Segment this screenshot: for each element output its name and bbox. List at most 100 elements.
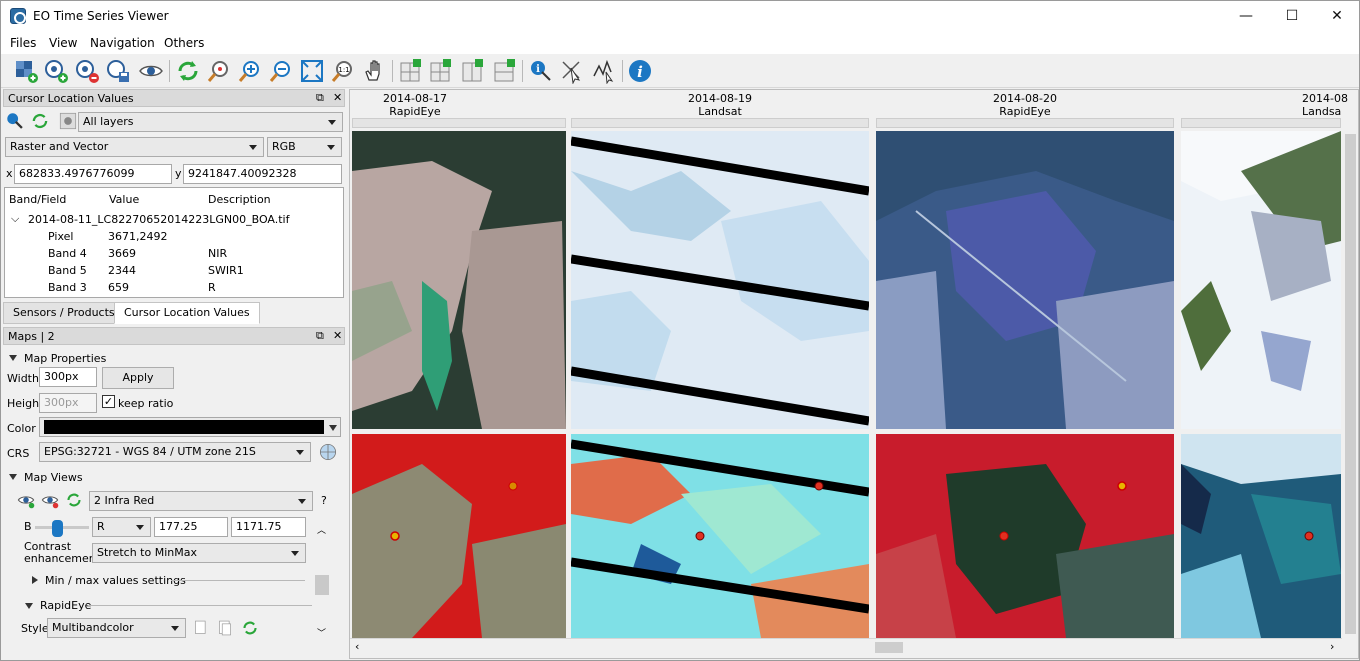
pan-icon[interactable] xyxy=(361,58,387,84)
width-spinbox[interactable]: 300px xyxy=(39,367,97,387)
color-label: Color xyxy=(7,422,36,435)
layers-combo[interactable]: All layers xyxy=(78,112,343,132)
scroll-down-icon[interactable]: ﹀ xyxy=(317,626,326,639)
menu-view[interactable]: View xyxy=(49,36,77,50)
help-icon[interactable]: ? xyxy=(321,494,327,507)
add-view-icon[interactable] xyxy=(17,491,35,509)
save-icon[interactable] xyxy=(105,58,131,84)
minmax-settings-label[interactable]: Min / max values settings xyxy=(45,574,186,587)
x-coordinate-field[interactable]: 682833.4976776099 xyxy=(14,164,172,184)
zoom-full-icon[interactable] xyxy=(299,58,325,84)
column-sensor: Landsat xyxy=(698,105,742,118)
refresh-view-icon[interactable] xyxy=(65,491,83,509)
map-tile[interactable] xyxy=(1181,434,1341,638)
mode-combo[interactable]: Raster and Vector xyxy=(5,137,264,157)
tab-sensors-products[interactable]: Sensors / Products xyxy=(3,302,125,324)
band-combo[interactable]: R xyxy=(92,517,151,537)
identify-small-icon[interactable] xyxy=(5,111,25,131)
tree-file-item[interactable]: 2014-08-11_LC82270652014223LGN00_BOA.tif xyxy=(28,213,289,226)
scroll-thumb[interactable] xyxy=(1345,134,1356,634)
sync-map-1-icon[interactable] xyxy=(398,58,424,84)
zoom-in-icon[interactable] xyxy=(237,58,263,84)
collapse-icon[interactable] xyxy=(25,603,33,609)
map-tile[interactable] xyxy=(876,434,1174,638)
add-vector-icon[interactable] xyxy=(43,58,69,84)
identify-icon[interactable]: i xyxy=(528,58,554,84)
layer-filter-icon[interactable] xyxy=(58,111,78,131)
collapse-icon[interactable] xyxy=(9,355,17,361)
map-tile[interactable] xyxy=(571,434,869,638)
zoom-pixel-icon[interactable] xyxy=(206,58,232,84)
vertical-scrollbar[interactable] xyxy=(1343,130,1358,638)
column-sensor: RapidEye xyxy=(999,105,1051,118)
zoom-out-icon[interactable] xyxy=(268,58,294,84)
map-tile[interactable] xyxy=(352,434,566,638)
column-header-description[interactable]: Description xyxy=(208,193,271,206)
column-header-value[interactable]: Value xyxy=(109,193,139,206)
y-label: y xyxy=(175,167,182,180)
add-raster-icon[interactable] xyxy=(13,58,39,84)
keep-ratio-checkbox[interactable]: ✓ xyxy=(102,395,115,408)
max-value-field[interactable]: 1171.75 xyxy=(231,517,306,537)
map-properties-label[interactable]: Map Properties xyxy=(24,352,106,365)
eye-icon[interactable] xyxy=(138,58,164,84)
undock-icon[interactable]: ⧉ xyxy=(316,91,324,105)
crs-mode-combo[interactable]: RGB xyxy=(267,137,342,157)
scroll-thumb[interactable] xyxy=(875,642,903,653)
contrast-combo[interactable]: Stretch to MinMax xyxy=(92,543,306,563)
sync-map-4-icon[interactable] xyxy=(492,58,518,84)
min-value-field[interactable]: 177.25 xyxy=(154,517,228,537)
map-tile[interactable] xyxy=(571,131,869,429)
spectral-profile-icon[interactable] xyxy=(591,58,617,85)
scroll-thumb[interactable] xyxy=(315,575,329,595)
refresh-small-icon[interactable] xyxy=(30,111,50,131)
expand-chevron-icon[interactable]: ⌵ xyxy=(11,212,19,226)
undock-icon[interactable]: ⧉ xyxy=(316,329,324,343)
maximize-button[interactable]: ☐ xyxy=(1269,1,1315,32)
map-view-combo[interactable]: 2 Infra Red xyxy=(89,491,313,511)
menu-files[interactable]: Files xyxy=(10,36,36,50)
horizontal-scrollbar[interactable]: ‹ › xyxy=(350,638,1342,655)
row-field: Band 3 xyxy=(48,281,87,294)
zoom-actual-icon[interactable]: 1:1 xyxy=(330,58,356,84)
dock-close-icon[interactable]: ✕ xyxy=(333,329,342,342)
crs-combo[interactable]: EPSG:32721 - WGS 84 / UTM zone 21S xyxy=(39,442,311,462)
menu-navigation[interactable]: Navigation xyxy=(90,36,155,50)
minimize-button[interactable]: — xyxy=(1223,1,1269,32)
scroll-left-icon[interactable]: ‹ xyxy=(355,640,359,653)
select-icon[interactable] xyxy=(559,58,585,85)
map-views-label[interactable]: Map Views xyxy=(24,471,83,484)
collapse-icon[interactable] xyxy=(9,474,17,480)
remove-icon[interactable] xyxy=(74,58,100,84)
info-icon[interactable]: i xyxy=(627,58,653,84)
scroll-up-icon[interactable]: ︿ xyxy=(317,523,326,536)
tab-cursor-location-values[interactable]: Cursor Location Values xyxy=(114,302,260,324)
style-combo[interactable]: Multibandcolor xyxy=(47,618,186,638)
maps-scrollbar[interactable]: ︿ ﹀ xyxy=(314,519,330,644)
close-button[interactable]: ✕ xyxy=(1314,1,1360,32)
refresh-icon[interactable] xyxy=(175,58,201,84)
band-slider-handle[interactable] xyxy=(52,520,63,537)
map-tile[interactable] xyxy=(352,131,566,429)
sensor-label[interactable]: RapidEye xyxy=(40,599,91,612)
column-header-field[interactable]: Band/Field xyxy=(9,193,66,206)
scroll-right-icon[interactable]: › xyxy=(1330,640,1334,653)
crs-select-icon[interactable] xyxy=(317,441,339,463)
y-coordinate-field[interactable]: 9241847.40092328 xyxy=(183,164,342,184)
map-tile[interactable] xyxy=(876,131,1174,429)
apply-button[interactable]: Apply xyxy=(102,367,174,389)
sync-map-3-icon[interactable] xyxy=(460,58,486,84)
remove-view-icon[interactable] xyxy=(41,491,59,509)
menu-others[interactable]: Others xyxy=(164,36,204,50)
sync-map-2-icon[interactable] xyxy=(428,58,454,84)
paste-style-icon[interactable] xyxy=(216,619,234,637)
expand-icon[interactable] xyxy=(32,576,38,584)
color-picker[interactable] xyxy=(39,417,341,437)
map-tile[interactable] xyxy=(1181,131,1341,429)
row-value: 3669 xyxy=(108,247,136,260)
contrast-label: Contrast enhancement xyxy=(24,540,101,565)
copy-style-icon[interactable] xyxy=(192,619,210,637)
column-header: 2014-08-19 Landsat xyxy=(570,92,870,118)
dock-close-icon[interactable]: ✕ xyxy=(333,91,342,104)
refresh-style-icon[interactable] xyxy=(241,619,259,637)
